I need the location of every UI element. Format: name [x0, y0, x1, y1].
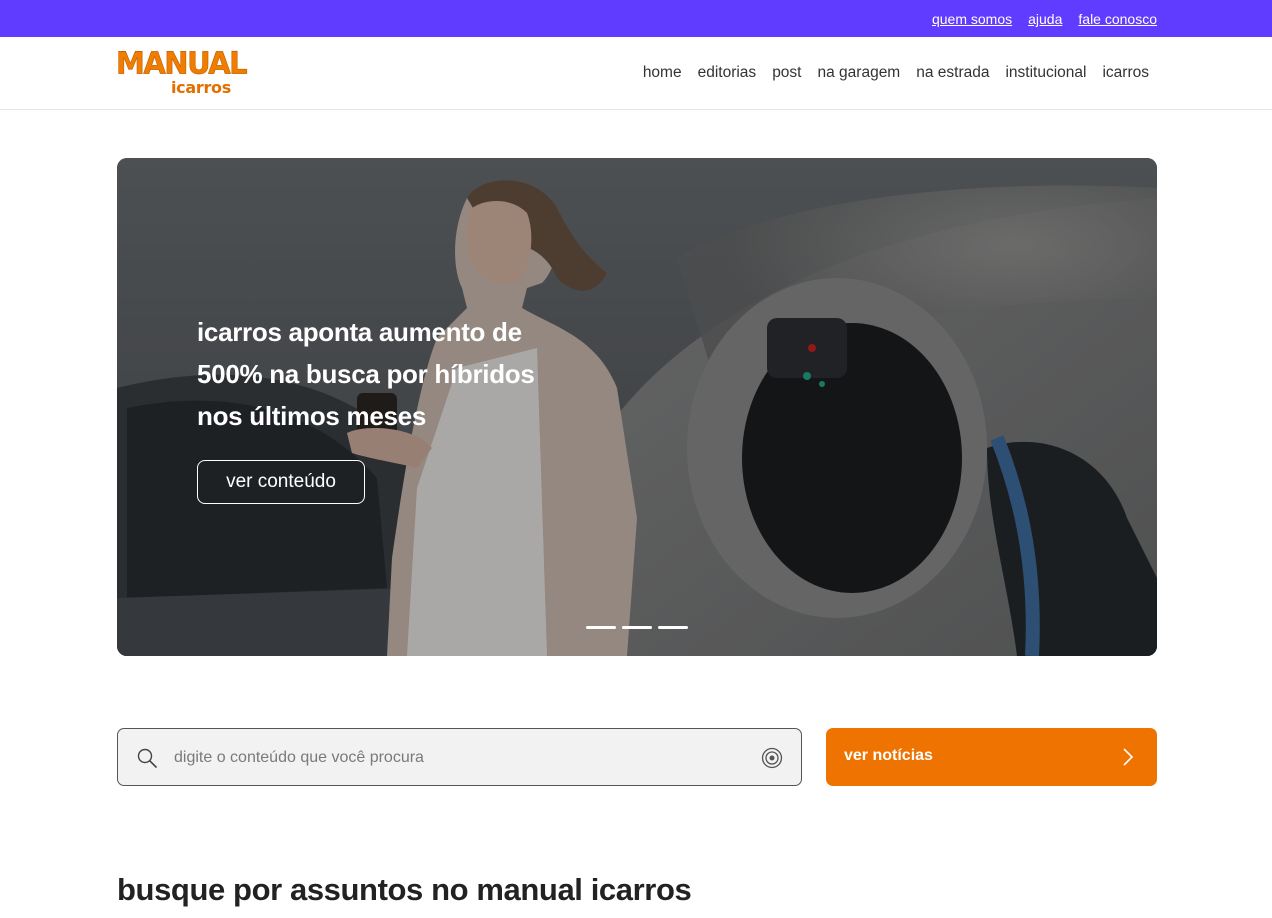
main-nav: home editorias post na garagem na estrad…	[643, 64, 1149, 82]
carousel-dot-3[interactable]	[658, 626, 688, 629]
nav-institucional[interactable]: institucional	[1005, 64, 1086, 82]
ver-conteudo-button[interactable]: ver conteúdo	[197, 460, 365, 504]
logo-line2: icarros	[171, 78, 231, 97]
ver-noticias-label: ver notícias	[844, 747, 933, 764]
top-links: quem somos ajuda fale conosco	[932, 11, 1157, 27]
logo-line1: MANUAL	[116, 45, 248, 81]
search-box	[117, 728, 802, 786]
nav-post[interactable]: post	[772, 64, 801, 82]
nav-na-garagem[interactable]: na garagem	[818, 64, 901, 82]
nav-icarros[interactable]: icarros	[1102, 64, 1149, 82]
hero-carousel[interactable]: icarros aponta aumento de 500% na busca …	[117, 158, 1157, 656]
site-header: MANUAL icarros home editorias post na ga…	[0, 37, 1272, 110]
top-bar: quem somos ajuda fale conosco	[0, 0, 1272, 37]
chevron-right-icon	[1123, 748, 1134, 766]
carousel-dot-2[interactable]	[622, 626, 652, 629]
carousel-dot-1[interactable]	[586, 626, 616, 629]
nav-na-estrada[interactable]: na estrada	[916, 64, 989, 82]
carousel-indicators	[586, 626, 688, 629]
nav-editorias[interactable]: editorias	[698, 64, 757, 82]
magnifier-icon	[137, 748, 157, 768]
hero-title: icarros aponta aumento de 500% na busca …	[197, 317, 535, 431]
search-input[interactable]	[174, 744, 734, 772]
top-link-fale-conosco[interactable]: fale conosco	[1078, 11, 1157, 27]
nav-home[interactable]: home	[643, 64, 682, 82]
section-title: busque por assuntos no manual icarros	[117, 872, 692, 907]
ver-noticias-button[interactable]: ver notícias	[826, 728, 1157, 786]
top-link-ajuda[interactable]: ajuda	[1028, 11, 1062, 27]
voice-search-icon[interactable]	[760, 746, 784, 770]
top-link-quem-somos[interactable]: quem somos	[932, 11, 1012, 27]
manual-icarros-logo[interactable]: MANUAL icarros	[116, 46, 248, 101]
